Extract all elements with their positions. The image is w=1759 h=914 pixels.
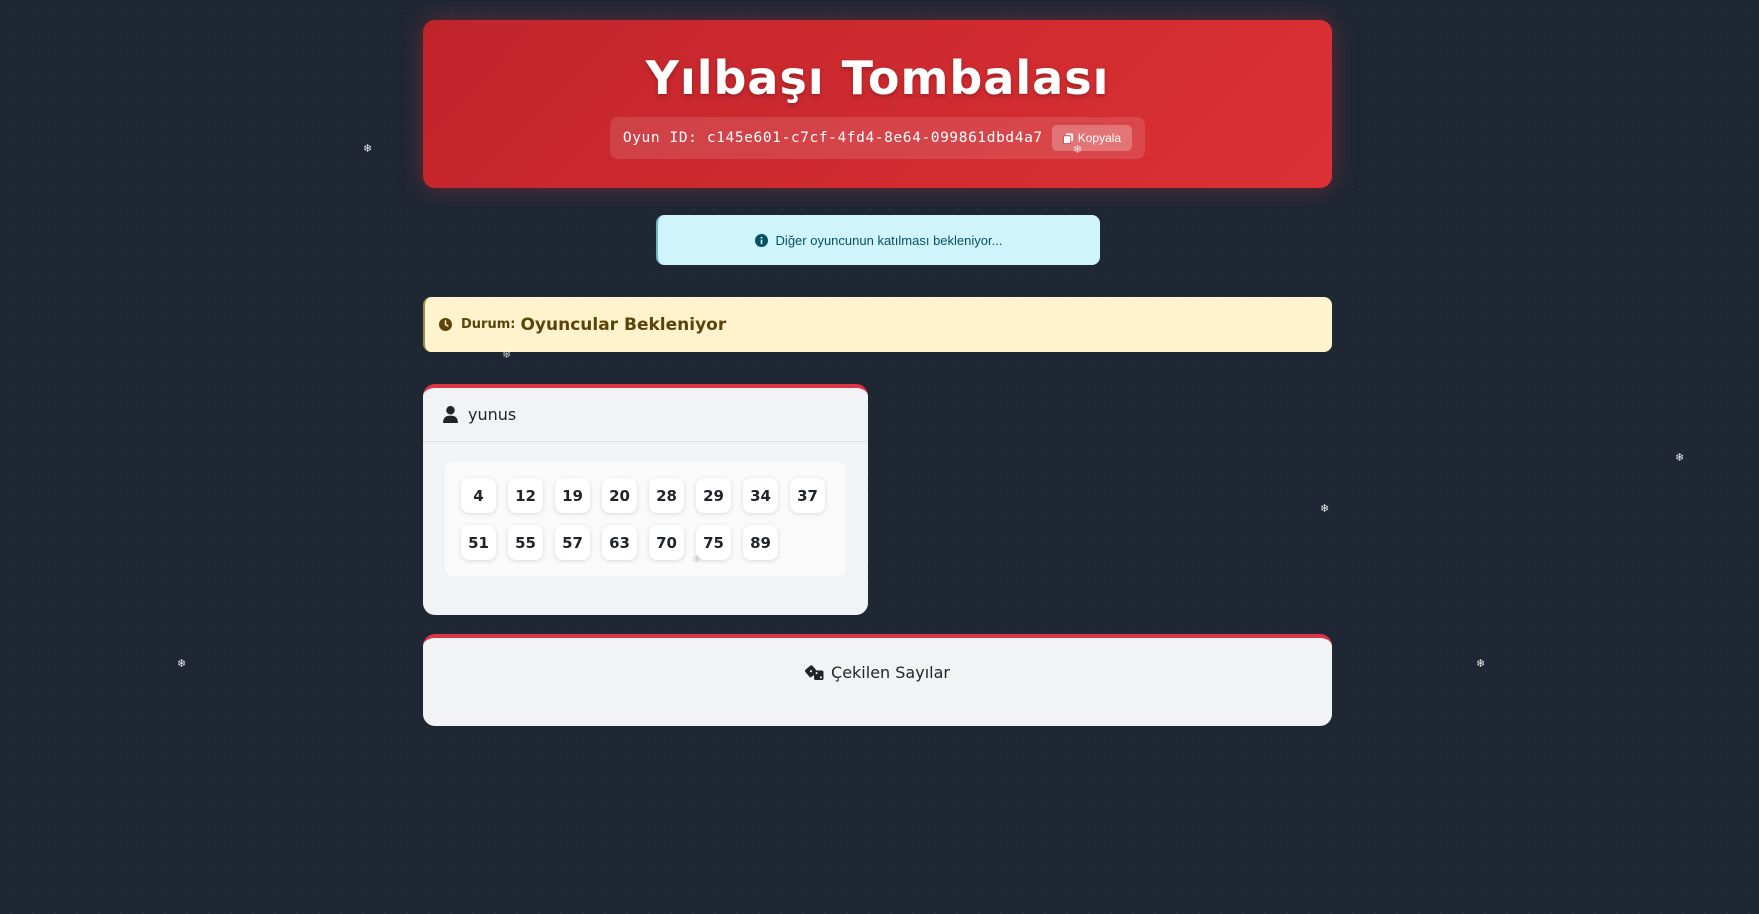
player-name: yunus [468,405,517,424]
info-alert: Diğer oyuncunun katılması bekleniyor... [655,215,1100,265]
dice-icon [805,664,824,680]
game-container: Yılbaşı Tombalası Oyun ID: c145e601-c7cf… [423,20,1332,726]
snowflake-icon: ❄ [177,657,187,670]
drawn-numbers-title: Çekilen Sayılar [831,662,950,682]
snowflake-icon: ❄ [1320,502,1330,515]
ticket-number: 4 [461,478,496,513]
ticket-number: 51 [461,525,496,560]
status-bar: Durum: Oyuncular Bekleniyor [423,297,1332,352]
game-id-text: Oyun ID: c145e601-c7cf-4fd4-8e64-099861d… [623,130,1043,146]
game-header: Yılbaşı Tombalası Oyun ID: c145e601-c7cf… [423,20,1332,188]
snowflake-icon: ❄ [692,553,702,566]
copy-button-label: Kopyala [1077,131,1122,145]
ticket-number: 28 [649,478,684,513]
snowflake-icon: ❄ [363,142,373,155]
copy-icon [1062,132,1073,144]
player-ticket: 4 12 19 20 28 29 34 37 51 55 57 63 70 75… [445,462,846,576]
ticket-number: 29 [696,478,731,513]
game-id-value: c145e601-c7cf-4fd4-8e64-099861dbd4a7 [706,130,1043,146]
snowflake-icon: ❄ [502,348,512,361]
page-title: Yılbaşı Tombalası [645,51,1110,105]
drawn-numbers-card: Çekilen Sayılar [423,634,1332,726]
snowflake-icon: ❄ [1073,143,1083,156]
player-card: yunus 4 12 19 20 28 29 34 37 51 55 57 63… [423,384,868,615]
snowflake-icon: ❄ [1476,657,1486,670]
ticket-number: 57 [555,525,590,560]
ticket-number: 63 [602,525,637,560]
ticket-number: 19 [555,478,590,513]
ticket-number: 37 [790,478,825,513]
ticket-number: 12 [508,478,543,513]
ticket-number: 20 [602,478,637,513]
ticket-number: 70 [649,525,684,560]
status-value: Oyuncular Bekleniyor [520,314,727,335]
info-circle-icon [754,233,768,247]
ticket-number: 55 [508,525,543,560]
player-header: yunus [423,388,868,442]
info-alert-text: Diğer oyuncunun katılması bekleniyor... [775,232,1003,248]
ticket-number: 75 [696,525,731,560]
game-id-box: Oyun ID: c145e601-c7cf-4fd4-8e64-099861d… [609,117,1146,159]
user-icon [443,406,458,423]
snowflake-icon: ❄ [1675,451,1685,464]
status-label: Durum: [461,317,516,332]
ticket-number: 34 [743,478,778,513]
ticket-number: 89 [743,525,778,560]
game-id-label: Oyun ID: [622,130,698,146]
copy-button[interactable]: Kopyala [1051,125,1133,151]
clock-icon [439,318,452,331]
drawn-numbers-heading: Çekilen Sayılar [805,661,950,683]
